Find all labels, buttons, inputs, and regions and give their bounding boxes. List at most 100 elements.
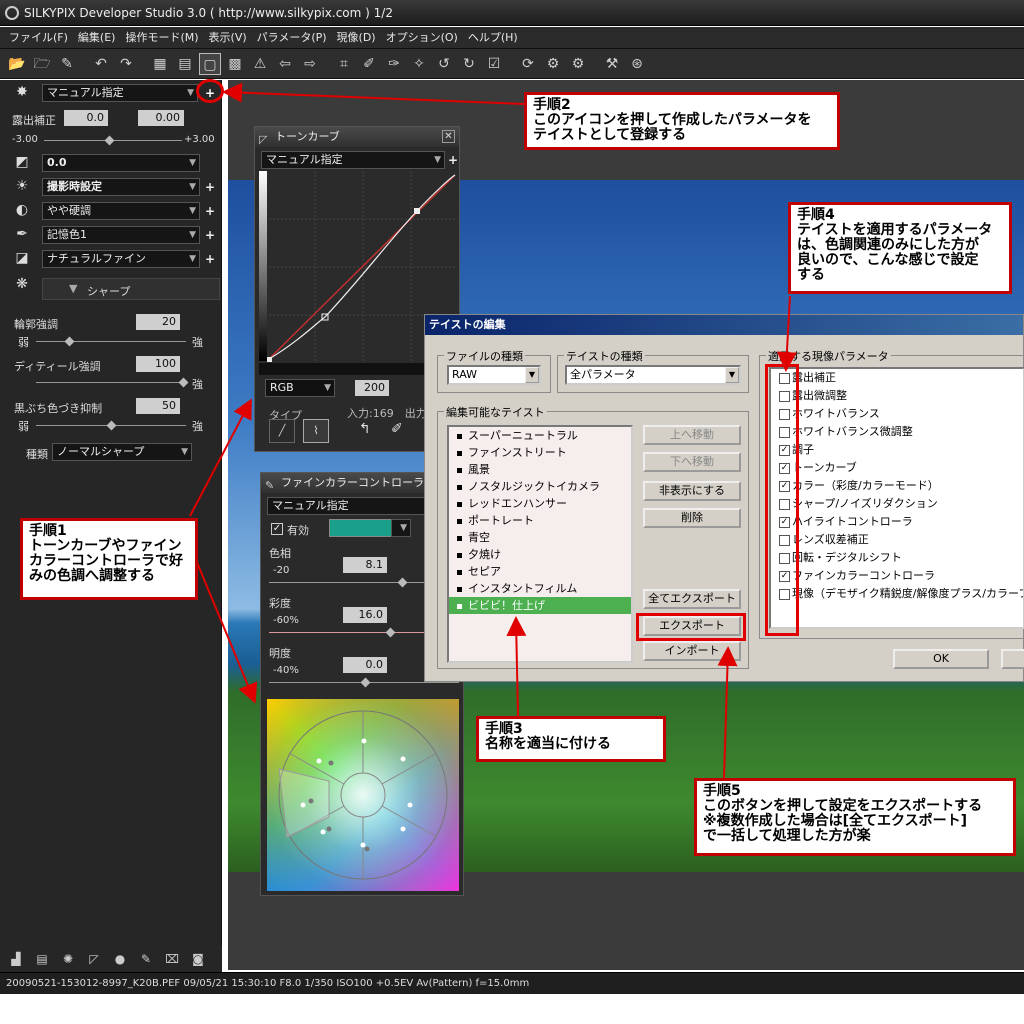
list-item[interactable]: 夕焼け [449,546,631,563]
compare-view-icon[interactable]: ▩ [224,53,246,75]
rotate-left-icon[interactable]: ↺ [433,53,455,75]
add-contrast-icon[interactable]: + [204,205,216,217]
ok-button[interactable]: OK [893,649,989,669]
hide-button[interactable]: 非表示にする [643,481,741,501]
tone-curve-mode-select[interactable]: マニュアル指定 ▼ [261,151,445,169]
linear-curve-icon[interactable]: ╱ [269,419,295,443]
color-select[interactable]: 記憶色1 ▼ [42,226,200,244]
param-checkbox-row[interactable]: ✓ ハイライトコントローラ [771,513,1023,531]
menu-file[interactable]: ファイル(F) [4,27,73,48]
undo-icon[interactable]: ↶ [90,53,112,75]
transform-icon[interactable]: ⌧ [162,949,182,969]
folder-icon[interactable]: 🗁 [31,53,53,75]
exposure-slider-thumb[interactable] [104,135,115,146]
warning-icon[interactable]: ⚠ [249,53,271,75]
param-checkbox-row[interactable]: 露出微調整 [771,387,1023,405]
exposure-input[interactable]: 0.0 [64,110,108,126]
sharp-edge-input[interactable]: 20 [136,314,180,330]
help-icon[interactable]: ⊛ [626,53,648,75]
check-icon[interactable]: ☑ [483,53,505,75]
hue-input[interactable]: 8.1 [343,557,387,573]
saturation-thumb[interactable] [385,627,396,638]
menu-view[interactable]: 表示(V) [204,27,252,48]
back-icon[interactable]: ⇦ [274,53,296,75]
taste-list[interactable]: スーパーニュートラル ファインストリート 風景 ノスタルジックトイカメラ レッド… [447,425,633,663]
exposure-fine-input[interactable]: 0.00 [138,110,184,126]
hammer-icon[interactable]: ⚒ [601,53,623,75]
brightness-thumb[interactable] [360,677,371,688]
brightness-input[interactable]: 0.0 [343,657,387,673]
param-checkbox-row[interactable]: ホワイトバランス微調整 [771,423,1023,441]
strip-view-icon[interactable]: ▤ [174,53,196,75]
param-checkbox-row[interactable]: ✓ トーンカーブ [771,459,1023,477]
param-checkbox-row[interactable]: ✓ ファインカラーコントローラ [771,567,1023,585]
list-item[interactable]: スーパーニュートラル [449,427,631,444]
rotate-right-icon[interactable]: ↻ [458,53,480,75]
redo-icon[interactable]: ↷ [115,53,137,75]
sharp-detail-thumb[interactable] [178,377,189,388]
move-down-button[interactable]: 下へ移動 [643,452,741,472]
curve-input-value[interactable]: 200 [355,380,389,396]
saturation-input[interactable]: 16.0 [343,607,387,623]
sharp-detail-input[interactable]: 100 [136,356,180,372]
param-checkbox-row[interactable]: 露出補正 [771,369,1023,387]
cancel-button[interactable] [1001,649,1024,669]
file-type-select[interactable]: RAW ▼ [447,365,541,385]
curve-tab-icon[interactable]: ◸ [84,949,104,969]
wand-icon[interactable]: ✧ [408,53,430,75]
menu-parameter[interactable]: パラメータ(P) [252,27,332,48]
close-icon[interactable]: ✕ [442,130,455,143]
color-wheel[interactable] [267,699,459,891]
import-button[interactable]: インポート [643,641,741,661]
refresh-icon[interactable]: ⟳ [517,53,539,75]
enable-checkbox[interactable]: ✓ [271,523,283,535]
sharp-type-select[interactable]: ノーマルシャープ ▼ [52,443,192,461]
menu-edit[interactable]: 編集(E) [73,27,121,48]
dropper-tab-icon[interactable]: ✎ [136,949,156,969]
param-checkbox-row[interactable]: 回転・デジタルシフト [771,549,1023,567]
batch-icon[interactable]: ⚙ [567,53,589,75]
grid-view-icon[interactable]: ▦ [149,53,171,75]
list-item-selected[interactable]: ビビビ！仕上げ [449,597,631,614]
taste-type-select[interactable]: 全パラメータ ▼ [565,365,741,385]
sharp-fringe-thumb[interactable] [106,420,117,431]
crop-icon[interactable]: ⌗ [333,53,355,75]
list-item[interactable]: 風景 [449,461,631,478]
param-checkbox-row[interactable]: ✓ 調子 [771,441,1023,459]
move-up-button[interactable]: 上へ移動 [643,425,741,445]
list-item[interactable]: インスタントフィルム [449,580,631,597]
spline-curve-icon[interactable]: ⌇ [303,419,329,443]
taste-select[interactable]: マニュアル指定 ▼ [42,84,198,102]
tone-curve-title-bar[interactable]: ◸ トーンカーブ [255,127,459,147]
lens-icon[interactable]: ◙ [188,949,208,969]
light-icon[interactable]: ✺ [58,949,78,969]
sharp-detail-slider[interactable] [36,382,186,383]
add-color-icon[interactable]: + [204,229,216,241]
add-tone-icon[interactable]: + [447,154,459,166]
hue-thumb[interactable] [397,577,408,588]
eraser-icon[interactable]: ✎ [56,53,78,75]
wb-value-select[interactable]: 0.0 ▼ [42,154,200,172]
param-checkbox-row[interactable]: シャープ/ノイズリダクション [771,495,1023,513]
sharp-fringe-input[interactable]: 50 [136,398,180,414]
sharp-tab[interactable]: ▼ シャープ [42,278,220,300]
list-item[interactable]: セピア [449,563,631,580]
channel-select[interactable]: RGB ▼ [265,379,335,397]
param-checkbox-row[interactable]: ホワイトバランス [771,405,1023,423]
histogram-icon[interactable]: ▟ [6,949,26,969]
dropper-icon[interactable]: ✑ [383,53,405,75]
add-finish-icon[interactable]: + [204,253,216,265]
color-swatch-dropdown[interactable]: ▼ [391,519,411,537]
menu-option[interactable]: オプション(O) [381,27,463,48]
sphere-icon[interactable]: ● [110,949,130,969]
finish-select[interactable]: ナチュラルファイン ▼ [42,250,200,268]
picker-icon[interactable]: ✐ [358,53,380,75]
list-item[interactable]: ポートレート [449,512,631,529]
forward-icon[interactable]: ⇨ [299,53,321,75]
sharp-edge-slider[interactable] [36,341,186,342]
single-view-icon[interactable]: ▢ [199,52,221,75]
contrast-select[interactable]: やや硬調 ▼ [42,202,200,220]
eyedropper-icon[interactable]: ✐ [391,421,403,437]
list-item[interactable]: ファインストリート [449,444,631,461]
reset-curve-icon[interactable]: ↰ [359,421,371,437]
